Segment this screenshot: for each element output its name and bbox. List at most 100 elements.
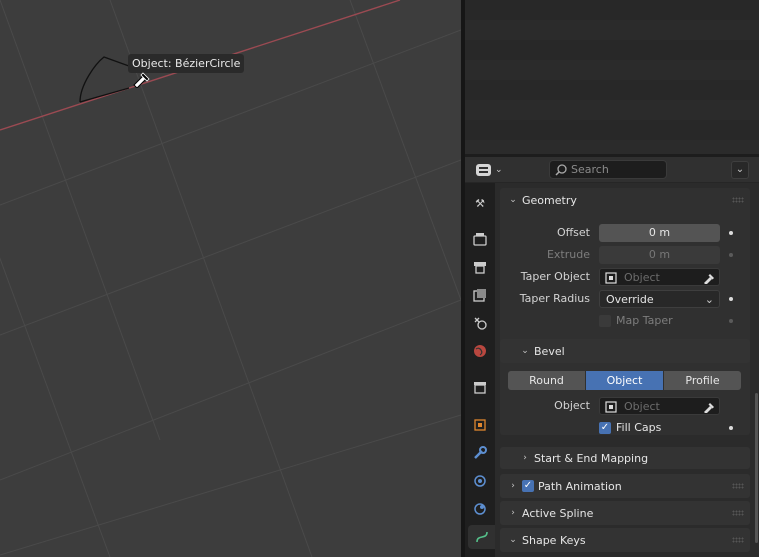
chevron-down-icon: ⌄ bbox=[495, 165, 503, 175]
eyedropper-icon[interactable] bbox=[703, 401, 715, 413]
fill-caps-label: Fill Caps bbox=[616, 421, 662, 434]
shape-keys-header[interactable]: ⌄ Shape Keys bbox=[500, 528, 750, 552]
offset-row: Offset 0 m bbox=[500, 222, 750, 244]
drag-grip-icon[interactable] bbox=[732, 510, 744, 516]
chevron-down-icon: ⌄ bbox=[704, 293, 714, 306]
taper-radius-select[interactable]: Override ⌄ bbox=[599, 290, 720, 308]
taper-object-row: Taper Object Object bbox=[500, 266, 750, 288]
object-icon bbox=[605, 272, 617, 284]
tab-object[interactable] bbox=[468, 413, 492, 437]
properties-editor: ⌄ Search ⌄ ⚒ ⌄ Geometry Offset 0 m Extru… bbox=[465, 157, 759, 557]
extrude-row: Extrude 0 m bbox=[500, 244, 750, 266]
drag-grip-icon[interactable] bbox=[732, 197, 744, 203]
fill-caps-row: ✓ Fill Caps bbox=[500, 417, 750, 439]
path-animation-checkbox[interactable]: ✓ bbox=[522, 480, 534, 492]
chevron-right-icon: › bbox=[511, 481, 515, 491]
tab-modifier[interactable] bbox=[468, 441, 492, 465]
editor-type-button[interactable]: ⌄ bbox=[473, 161, 505, 179]
keyframe-dot-icon[interactable] bbox=[729, 319, 733, 323]
tab-render[interactable] bbox=[468, 227, 492, 251]
render-icon bbox=[473, 232, 487, 246]
tab-world[interactable] bbox=[468, 339, 492, 363]
output-icon bbox=[474, 261, 486, 274]
geometry-panel-title: Geometry bbox=[522, 193, 577, 207]
bevel-object-row: Object Object bbox=[500, 395, 750, 417]
offset-label: Offset bbox=[556, 226, 590, 239]
shape-keys-title: Shape Keys bbox=[522, 533, 586, 547]
start-end-mapping-title: Start & End Mapping bbox=[534, 451, 649, 465]
viewport-grid bbox=[0, 0, 461, 557]
taper-object-placeholder: Object bbox=[624, 271, 660, 284]
keyframe-dot-icon[interactable] bbox=[729, 297, 733, 301]
taper-radius-row: Taper Radius Override ⌄ bbox=[500, 288, 750, 310]
map-taper-row: Map Taper bbox=[500, 310, 750, 332]
chevron-down-icon: ⌄ bbox=[735, 164, 745, 175]
tab-tool[interactable]: ⚒ bbox=[468, 191, 492, 215]
bevel-mode-round[interactable]: Round bbox=[508, 371, 586, 390]
tab-scene[interactable] bbox=[468, 311, 492, 335]
outliner-area[interactable] bbox=[465, 0, 759, 154]
bevel-mode-selector: Round Object Profile bbox=[508, 371, 741, 390]
active-spline-title: Active Spline bbox=[522, 506, 594, 520]
drag-grip-icon[interactable] bbox=[732, 483, 744, 489]
bevel-panel-header[interactable]: ⌄ Bevel bbox=[500, 339, 750, 363]
scrollbar[interactable] bbox=[755, 393, 758, 543]
properties-content[interactable]: ⌄ Geometry Offset 0 m Extrude 0 m Taper … bbox=[495, 183, 759, 557]
chevron-down-icon: ⌄ bbox=[509, 195, 517, 205]
taper-object-field[interactable]: Object bbox=[599, 268, 720, 286]
chevron-right-icon: › bbox=[523, 453, 527, 463]
taper-radius-label: Taper Radius bbox=[519, 292, 590, 305]
extrude-field[interactable]: 0 m bbox=[599, 246, 720, 264]
bevel-mode-profile[interactable]: Profile bbox=[664, 371, 741, 390]
tab-object-data[interactable] bbox=[468, 525, 495, 549]
object-icon bbox=[605, 401, 617, 413]
bezier-circle-object[interactable] bbox=[79, 56, 130, 103]
options-dropdown-button[interactable]: ⌄ bbox=[731, 161, 749, 179]
taper-object-label: Taper Object bbox=[520, 270, 590, 283]
keyframe-dot-icon[interactable] bbox=[729, 426, 733, 430]
modifier-icon bbox=[474, 446, 487, 459]
scene-icon bbox=[474, 317, 487, 330]
active-spline-panel: › Active Spline bbox=[500, 501, 750, 525]
drag-grip-icon[interactable] bbox=[732, 537, 744, 543]
3d-viewport[interactable]: Object: BézierCircle bbox=[0, 0, 461, 557]
map-taper-label: Map Taper bbox=[616, 314, 673, 327]
tool-icon: ⚒ bbox=[475, 196, 485, 210]
eyedropper-cursor-icon bbox=[133, 72, 150, 88]
chevron-down-icon: ⌄ bbox=[521, 346, 529, 356]
tab-output[interactable] bbox=[468, 255, 492, 279]
keyframe-dot-icon[interactable] bbox=[729, 253, 733, 257]
offset-field[interactable]: 0 m bbox=[599, 224, 720, 242]
path-animation-header[interactable]: › ✓ Path Animation bbox=[500, 474, 750, 498]
collection-icon bbox=[474, 381, 486, 394]
tab-physics[interactable] bbox=[468, 497, 492, 521]
start-end-mapping-header[interactable]: › Start & End Mapping bbox=[500, 447, 750, 469]
fill-caps-checkbox[interactable]: ✓ bbox=[599, 422, 611, 434]
taper-radius-value: Override bbox=[606, 293, 654, 306]
geometry-panel-header[interactable]: ⌄ Geometry bbox=[500, 188, 750, 212]
shape-keys-panel: ⌄ Shape Keys bbox=[500, 528, 750, 552]
bevel-object-field[interactable]: Object bbox=[599, 397, 720, 415]
extrude-label: Extrude bbox=[546, 248, 590, 261]
path-animation-panel: › ✓ Path Animation bbox=[500, 474, 750, 498]
active-spline-header[interactable]: › Active Spline bbox=[500, 501, 750, 525]
chevron-right-icon: › bbox=[511, 508, 515, 518]
tab-particles[interactable] bbox=[468, 469, 492, 493]
search-icon bbox=[555, 163, 567, 176]
eyedropper-icon[interactable] bbox=[703, 272, 715, 284]
bevel-mode-object[interactable]: Object bbox=[586, 371, 664, 390]
map-taper-checkbox[interactable] bbox=[599, 315, 611, 327]
physics-icon bbox=[474, 503, 486, 515]
keyframe-dot-icon[interactable] bbox=[729, 231, 733, 235]
tab-view-layer[interactable] bbox=[468, 283, 492, 307]
tab-collection[interactable] bbox=[468, 375, 492, 399]
start-end-mapping-panel: › Start & End Mapping bbox=[500, 447, 750, 469]
search-placeholder: Search bbox=[571, 163, 609, 176]
bevel-panel: ⌄ Bevel Round Object Profile Object Obje… bbox=[500, 339, 750, 435]
search-input[interactable]: Search bbox=[549, 160, 667, 179]
properties-tabs: ⚒ bbox=[465, 183, 495, 557]
world-icon bbox=[474, 345, 486, 357]
object-data-curve-icon bbox=[475, 531, 488, 543]
properties-header: ⌄ Search ⌄ bbox=[465, 157, 759, 183]
bevel-panel-title: Bevel bbox=[534, 344, 565, 358]
